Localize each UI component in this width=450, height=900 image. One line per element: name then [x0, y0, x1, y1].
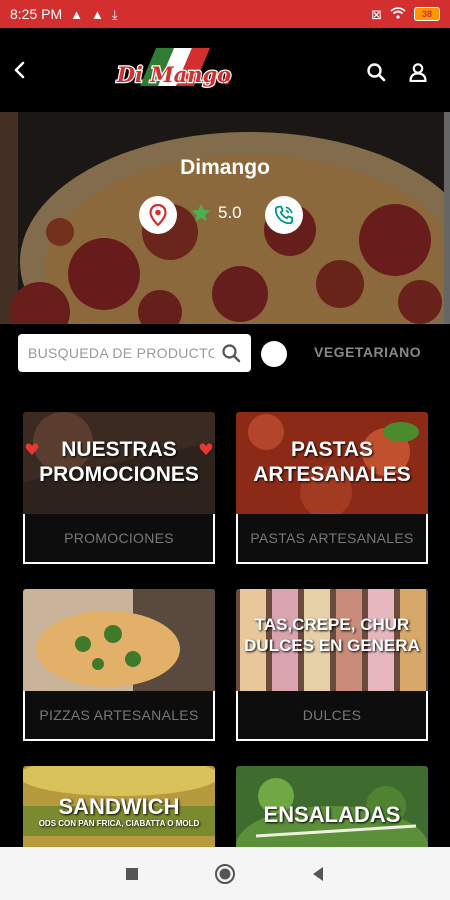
map-pin-icon: [149, 204, 167, 226]
category-grid: NUESTRAS PROMOCIONES PROMOCIONES PASTAS …: [0, 384, 450, 847]
back-nav-button[interactable]: [306, 862, 330, 886]
category-card-dulces[interactable]: TAS,CREPE, CHUR DULCES EN GENERA DULCES: [236, 589, 428, 741]
category-image: SANDWICH ODS CON PAN FRICA, CIABATTA O M…: [23, 766, 215, 847]
category-image-subtitle: PROMOCIONES: [39, 463, 199, 486]
square-icon: [126, 868, 138, 880]
category-card-ensaladas[interactable]: ENSALADAS: [236, 766, 428, 847]
category-image-title: TAS,CREPE, CHUR: [254, 615, 410, 634]
heart-icon: [199, 443, 213, 455]
restaurant-hero: Dimango 5.0: [0, 112, 450, 324]
category-card-pastas[interactable]: PASTAS ARTESANALES PASTAS ARTESANALES: [236, 412, 428, 564]
category-image-title: NUESTRAS: [61, 438, 177, 461]
system-nav-bar: [0, 847, 450, 900]
triangle-back-icon: [313, 867, 323, 881]
home-button[interactable]: [213, 862, 237, 886]
location-button[interactable]: [139, 196, 177, 234]
category-image-subtitle: ARTESANALES: [253, 463, 411, 486]
category-image: ENSALADAS: [236, 766, 428, 847]
category-image-title: PASTAS: [290, 438, 374, 461]
restaurant-name: Dimango: [180, 156, 270, 179]
heart-icon: [25, 443, 39, 455]
category-image: [23, 589, 215, 691]
search-row: VEGETARIANO: [0, 324, 450, 384]
category-label: DULCES: [236, 691, 428, 741]
warning-icon: ▲: [91, 6, 104, 22]
category-card-promociones[interactable]: NUESTRAS PROMOCIONES PROMOCIONES: [23, 412, 215, 564]
category-image: PASTAS ARTESANALES: [236, 412, 428, 514]
close-box-icon: ⊠: [371, 6, 382, 22]
product-search-box: [18, 334, 251, 372]
category-label: PROMOCIONES: [23, 514, 215, 564]
logo-text: Di Mango: [116, 62, 231, 87]
vegetarian-toggle[interactable]: [261, 341, 287, 367]
back-button[interactable]: [6, 56, 34, 84]
star-icon: [191, 203, 211, 222]
category-image-subtitle: DULCES EN GENERA: [244, 636, 420, 655]
category-label: PIZZAS ARTESANALES: [23, 691, 215, 741]
back-arrow-icon: [14, 61, 25, 79]
category-image-subtitle: ODS CON PAN FRICA, CIABATTA O MOLD: [38, 819, 200, 828]
category-card-sandwich[interactable]: SANDWICH ODS CON PAN FRICA, CIABATTA O M…: [23, 766, 215, 847]
product-search-input[interactable]: [28, 345, 214, 361]
user-button[interactable]: [404, 58, 432, 86]
rating-value: 5.0: [218, 203, 242, 222]
wifi-icon: [390, 7, 406, 21]
category-image-title: ENSALADAS: [263, 802, 401, 827]
circle-icon: [215, 864, 235, 884]
restaurant-logo: Di Mango: [112, 42, 236, 100]
scrollbar[interactable]: [444, 112, 450, 324]
download-icon: ⤓: [111, 6, 118, 22]
app-header: Di Mango: [0, 28, 450, 112]
battery-icon: 38: [414, 7, 440, 21]
category-card-pizzas[interactable]: PIZZAS ARTESANALES: [23, 589, 215, 741]
status-time: 8:25 PM: [10, 6, 63, 22]
category-label: PASTAS ARTESANALES: [236, 514, 428, 564]
search-icon: [367, 63, 386, 82]
rating: 5.0: [190, 202, 242, 224]
call-button[interactable]: [265, 196, 303, 234]
category-image-title: SANDWICH: [58, 794, 180, 819]
phone-icon: [274, 205, 294, 225]
recents-button[interactable]: [120, 862, 144, 886]
warning-icon: ▲: [70, 6, 84, 22]
header-search-button[interactable]: [362, 58, 390, 86]
vegetarian-label: VEGETARIANO: [314, 344, 422, 360]
category-image: TAS,CREPE, CHUR DULCES EN GENERA: [236, 589, 428, 691]
user-icon: [409, 63, 427, 82]
search-icon[interactable]: [221, 343, 241, 363]
status-bar: 8:25 PM ▲ ▲ ⤓ ⊠ 38: [0, 0, 450, 28]
category-image: NUESTRAS PROMOCIONES: [23, 412, 215, 514]
